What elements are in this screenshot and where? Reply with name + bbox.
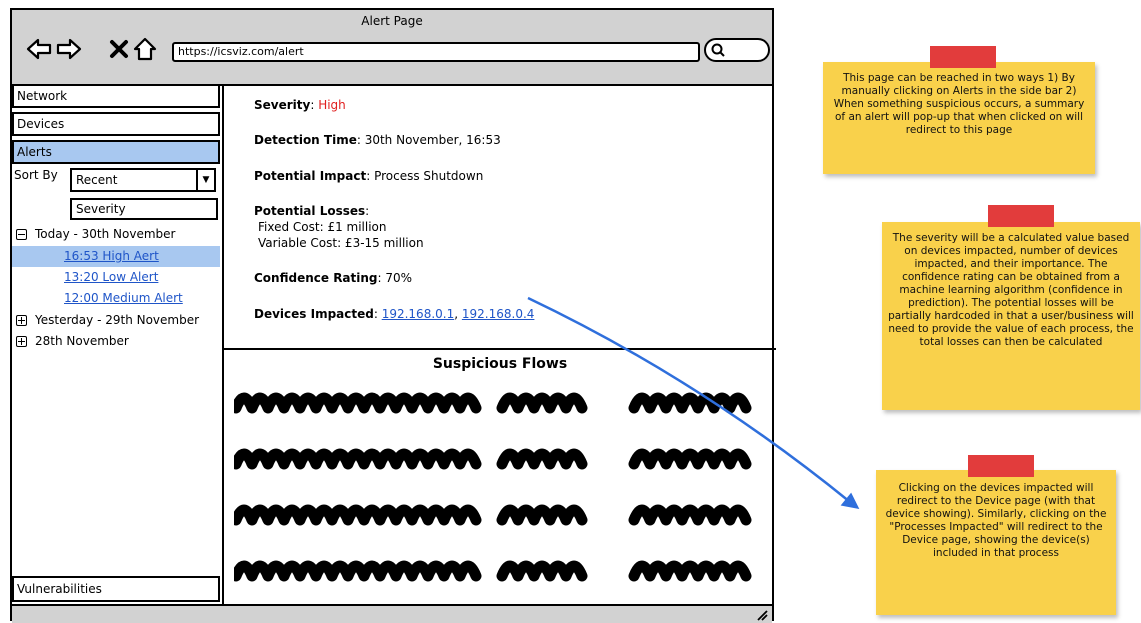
note-tape (988, 205, 1054, 227)
note-text: Clicking on the devices impacted will re… (885, 482, 1107, 559)
sticky-note-devices: Clicking on the devices impacted will re… (876, 470, 1116, 615)
note-text: The severity will be a calculated value … (888, 232, 1134, 348)
note-text: This page can be reached in two ways 1) … (833, 72, 1085, 136)
sticky-note-severity: The severity will be a calculated value … (882, 222, 1140, 410)
note-tape (968, 455, 1034, 477)
sticky-note-navigation: This page can be reached in two ways 1) … (823, 62, 1095, 174)
note-tape (930, 46, 996, 68)
